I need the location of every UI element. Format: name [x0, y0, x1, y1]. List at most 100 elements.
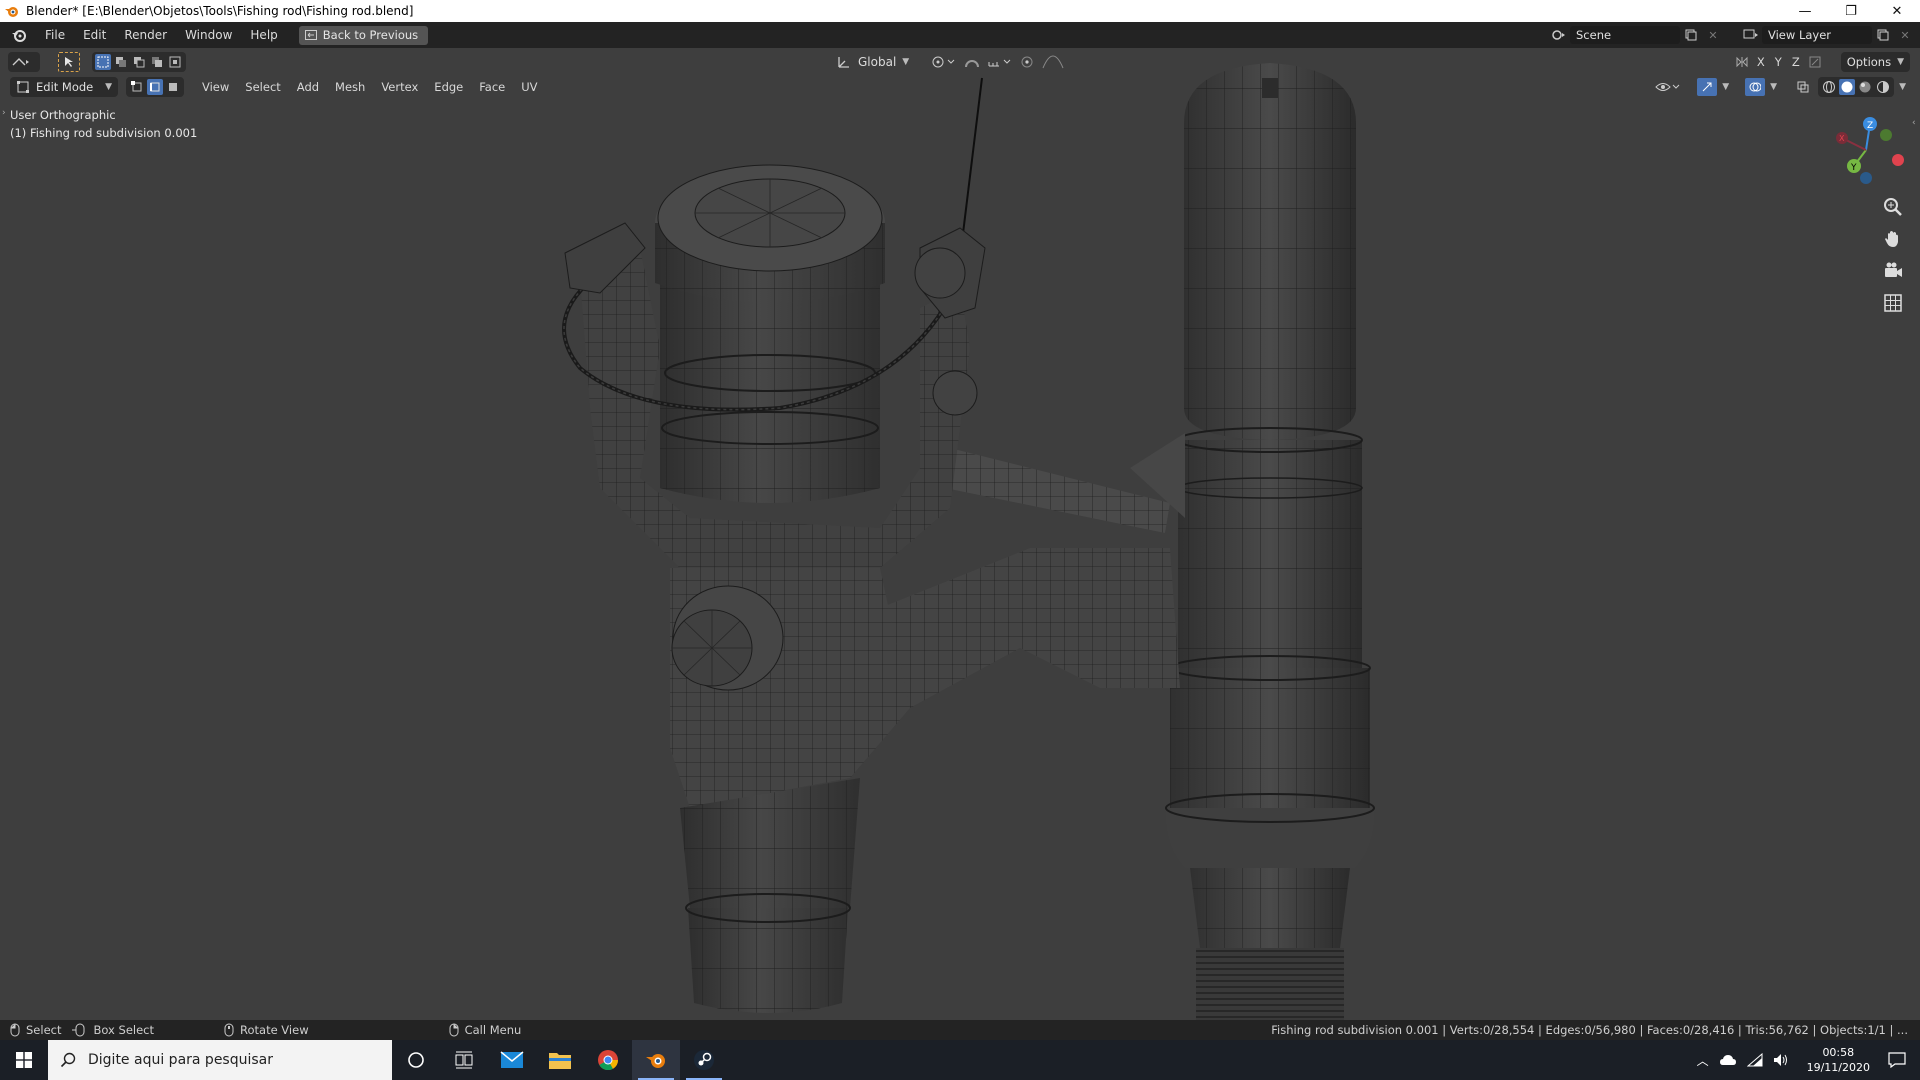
scene-value: Scene — [1576, 28, 1612, 42]
close-button[interactable]: ✕ — [1874, 0, 1920, 22]
window-title: Blender* [E:\Blender\Objetos\Tools\Fishi… — [26, 4, 414, 18]
mirror-z-toggle[interactable]: Z — [1789, 55, 1803, 69]
select-invert-icon[interactable] — [149, 54, 165, 70]
taskbar-steam[interactable] — [680, 1040, 728, 1080]
menu-face[interactable]: Face — [471, 80, 513, 94]
snap-icon[interactable] — [963, 54, 981, 70]
material-shading-icon[interactable] — [1857, 79, 1873, 95]
shading-controls: ▼ ▼ ▼ — [1655, 77, 1906, 97]
cortana-button[interactable] — [392, 1040, 440, 1080]
mirror-x-toggle[interactable]: X — [1754, 55, 1768, 69]
notifications-icon[interactable] — [1888, 1052, 1906, 1068]
snap-increment-icon[interactable] — [987, 54, 1013, 70]
chevron-down-icon: ▼ — [105, 82, 112, 92]
solid-shading-icon[interactable] — [1839, 79, 1856, 95]
network-icon[interactable] — [1746, 1053, 1763, 1067]
menu-view[interactable]: View — [194, 80, 237, 94]
menu-help[interactable]: Help — [241, 22, 286, 48]
new-view-layer-icon[interactable] — [1872, 26, 1894, 44]
back-to-previous-button[interactable]: Back to Previous — [298, 25, 429, 45]
task-view-button[interactable] — [440, 1040, 488, 1080]
restore-button[interactable]: ❐ — [1828, 0, 1874, 22]
toolbar-toggle-icon[interactable]: › — [2, 108, 6, 118]
taskbar-search-box[interactable]: Digite aqui para pesquisar — [48, 1040, 392, 1080]
taskbar-blender[interactable] — [632, 1040, 680, 1080]
menu-window[interactable]: Window — [176, 22, 241, 48]
chevron-down-icon[interactable]: ▼ — [1722, 82, 1729, 92]
fishing-reel-mesh — [562, 63, 1375, 1020]
windows-logo-icon — [16, 1052, 32, 1068]
visibility-eye-icon[interactable] — [1655, 79, 1681, 95]
remove-scene-icon[interactable]: ✕ — [1702, 26, 1724, 44]
editor-type-selector[interactable] — [8, 52, 40, 72]
select-new-icon[interactable] — [95, 54, 111, 70]
face-select-icon[interactable] — [165, 79, 181, 95]
mirror-butterfly-icon[interactable] — [1734, 54, 1750, 70]
menu-select[interactable]: Select — [237, 80, 288, 94]
zoom-icon[interactable] — [1882, 196, 1904, 218]
chevron-down-icon[interactable]: ▼ — [902, 57, 909, 67]
pivot-point-icon[interactable] — [931, 54, 957, 70]
chevron-down-icon[interactable]: ▼ — [1899, 82, 1906, 92]
view-layer-browse-icon[interactable] — [1740, 26, 1762, 44]
rendered-shading-icon[interactable] — [1875, 79, 1891, 95]
hint-select-label: Select — [26, 1023, 62, 1037]
transform-orientation-value[interactable]: Global — [858, 55, 896, 69]
taskbar-mail[interactable] — [488, 1040, 536, 1080]
select-extend-icon[interactable] — [113, 54, 129, 70]
proportional-editing-icon[interactable] — [1019, 54, 1035, 70]
options-label: Options — [1846, 55, 1892, 69]
volume-icon[interactable] — [1773, 1053, 1789, 1067]
overlays-toggle-icon[interactable] — [1745, 78, 1766, 96]
screen-icon — [304, 30, 317, 40]
mirror-options: X Y Z Options ▼ — [1734, 52, 1910, 72]
taskbar-file-explorer[interactable] — [536, 1040, 584, 1080]
scene-field[interactable]: Scene — [1570, 26, 1680, 44]
perspective-grid-icon[interactable] — [1882, 292, 1904, 314]
onedrive-cloud-icon[interactable] — [1719, 1054, 1737, 1066]
pan-hand-icon[interactable] — [1882, 228, 1904, 250]
vertex-select-icon[interactable] — [129, 79, 145, 95]
menu-render[interactable]: Render — [115, 22, 176, 48]
start-button[interactable] — [0, 1040, 48, 1080]
camera-view-icon[interactable] — [1882, 260, 1904, 282]
menu-uv[interactable]: UV — [513, 80, 545, 94]
menu-file[interactable]: File — [36, 22, 74, 48]
mode-selector[interactable]: Edit Mode ▼ — [10, 77, 118, 97]
falloff-curve-icon[interactable] — [1041, 54, 1069, 70]
mouse-middle-icon — [224, 1023, 234, 1037]
gizmo-toggle-icon[interactable] — [1697, 78, 1718, 96]
taskbar-chrome[interactable] — [584, 1040, 632, 1080]
select-intersect-icon[interactable] — [167, 54, 183, 70]
menu-mesh[interactable]: Mesh — [327, 80, 373, 94]
edge-select-icon[interactable] — [147, 79, 163, 95]
3d-viewport[interactable]: Global ▼ X Y Z Options ▼ Edit Mode ▼ Vie… — [0, 48, 1920, 1020]
auto-merge-icon[interactable] — [1807, 54, 1823, 70]
hint-call-menu-label: Call Menu — [464, 1023, 522, 1037]
taskbar-clock[interactable]: 00:58 19/11/2020 — [1807, 1045, 1870, 1075]
menu-add[interactable]: Add — [289, 80, 327, 94]
cortana-circle-icon — [408, 1052, 424, 1068]
select-tool-icon[interactable] — [58, 52, 80, 72]
remove-view-layer-icon[interactable]: ✕ — [1894, 26, 1916, 44]
sidebar-toggle-icon[interactable]: ‹ — [1912, 118, 1916, 128]
view-layer-field[interactable]: View Layer — [1762, 26, 1872, 44]
xray-toggle-icon[interactable] — [1793, 78, 1813, 96]
options-dropdown[interactable]: Options ▼ — [1840, 52, 1910, 72]
mirror-y-toggle[interactable]: Y — [1772, 55, 1785, 69]
select-subtract-icon[interactable] — [131, 54, 147, 70]
navigation-gizmo[interactable]: Z Y X — [1826, 110, 1906, 190]
minimize-button[interactable]: — — [1782, 0, 1828, 22]
select-mode-group — [92, 52, 186, 72]
scene-browse-icon[interactable] — [1548, 26, 1570, 44]
steam-icon — [694, 1050, 714, 1070]
wireframe-shading-icon[interactable] — [1821, 79, 1837, 95]
tray-chevron-up-icon[interactable]: ︿ — [1697, 1052, 1709, 1069]
menu-vertex[interactable]: Vertex — [373, 80, 426, 94]
menu-edit[interactable]: Edit — [74, 22, 115, 48]
hint-select: Select — [10, 1023, 61, 1037]
new-scene-icon[interactable] — [1680, 26, 1702, 44]
blender-menu-icon[interactable] — [8, 24, 30, 46]
chevron-down-icon[interactable]: ▼ — [1770, 82, 1777, 92]
menu-edge[interactable]: Edge — [426, 80, 471, 94]
